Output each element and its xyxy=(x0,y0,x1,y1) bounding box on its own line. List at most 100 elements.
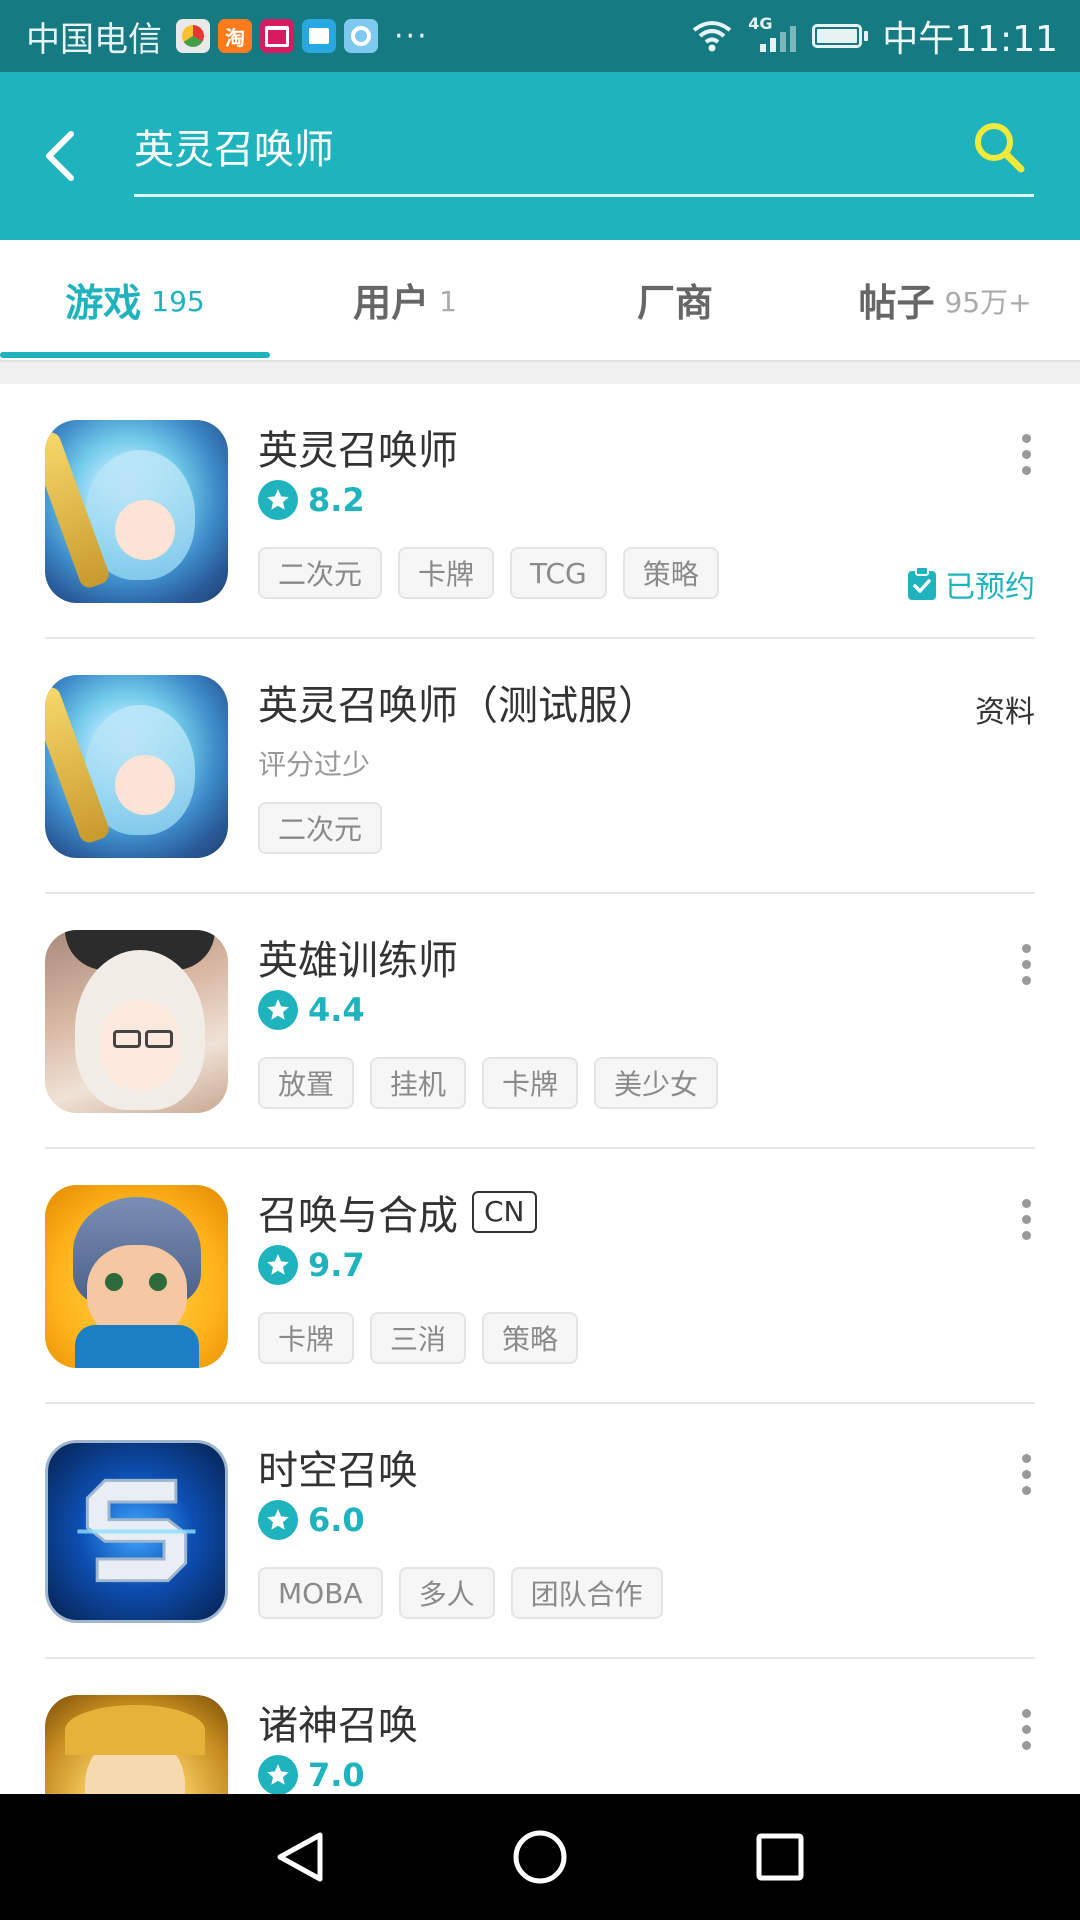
list-item[interactable]: 英雄训练师 4.4 放置 挂机 卡牌 美少女 xyxy=(0,894,1080,1149)
search-input[interactable] xyxy=(134,116,914,176)
list-item[interactable]: 时空召唤 6.0 MOBA 多人 团队合作 xyxy=(0,1404,1080,1659)
cloud-app-icon xyxy=(344,19,378,53)
tag[interactable]: 策略 xyxy=(482,1312,579,1364)
search-button[interactable] xyxy=(964,112,1034,182)
game-title: 诸神召唤 xyxy=(258,1693,418,1751)
tab-label: 用户 xyxy=(353,280,430,325)
divider xyxy=(0,362,1080,384)
battery-icon xyxy=(812,24,869,48)
tag[interactable]: 三消 xyxy=(370,1312,467,1364)
game-title-text: 英雄训练师 xyxy=(258,938,458,984)
cartoon-knight-boy-icon xyxy=(45,1185,228,1368)
tag[interactable]: 二次元 xyxy=(258,802,383,854)
tag-list: 卡牌 三消 策略 xyxy=(258,1312,579,1364)
star-icon xyxy=(258,1755,298,1794)
wifi-icon xyxy=(693,21,732,52)
game-title-text: 英灵召唤师（测试服） xyxy=(258,683,658,729)
blue-s-logo-icon xyxy=(45,1440,228,1623)
tag[interactable]: 美少女 xyxy=(594,1057,719,1109)
tag[interactable]: 放置 xyxy=(258,1057,355,1109)
clock: 中午11:11 xyxy=(882,19,1058,60)
nav-back-button[interactable] xyxy=(260,1822,340,1892)
reserved-label: 已预约 xyxy=(945,570,1035,605)
system-nav-bar xyxy=(0,1794,1080,1920)
reserved-status[interactable]: 已预约 xyxy=(907,562,1035,606)
tab-label: 游戏 xyxy=(65,280,142,325)
tab-count: 1 xyxy=(439,284,457,318)
active-tab-indicator xyxy=(0,352,270,358)
chevron-left-icon xyxy=(46,131,74,181)
tag-list: 放置 挂机 卡牌 美少女 xyxy=(258,1057,719,1109)
rating: 4.4 xyxy=(258,990,365,1030)
tag[interactable]: MOBA xyxy=(258,1567,383,1619)
game-title: 召唤与合成 CN xyxy=(258,1183,537,1241)
more-options-button[interactable] xyxy=(1008,1189,1044,1249)
search-field xyxy=(134,116,1034,197)
tab-posts[interactable]: 帖子 95万+ xyxy=(810,240,1080,358)
rating-value: 8.2 xyxy=(308,481,365,519)
tag-list: 二次元 xyxy=(258,802,383,854)
more-options-button[interactable] xyxy=(1008,934,1044,994)
back-button[interactable] xyxy=(30,124,90,188)
rating-value: 6.0 xyxy=(308,1501,365,1539)
result-tabs: 游戏 195 用户 1 厂商 帖子 95万+ xyxy=(0,240,1080,362)
region-badge: CN xyxy=(472,1191,537,1233)
tab-count: 95万+ xyxy=(944,286,1032,319)
tag[interactable]: 二次元 xyxy=(258,547,383,599)
game-title-text: 召唤与合成 xyxy=(258,1193,458,1239)
star-icon xyxy=(258,1500,298,1540)
tag[interactable]: 多人 xyxy=(398,1567,495,1619)
rating: 7.0 xyxy=(258,1755,365,1794)
list-item[interactable]: 英灵召唤师（测试服） 评分过少 二次元 资料 xyxy=(0,639,1080,894)
list-item[interactable]: 召唤与合成 CN 9.7 卡牌 三消 策略 xyxy=(0,1149,1080,1404)
rating-note: 评分过少 xyxy=(258,748,371,781)
info-link[interactable]: 资料 xyxy=(975,687,1035,731)
clipboard-check-icon xyxy=(908,567,936,600)
anime-girl-blue-hair-icon xyxy=(45,675,228,858)
triangle-back-icon xyxy=(277,1832,323,1882)
game-title-text: 诸神召唤 xyxy=(258,1703,418,1749)
tag[interactable]: 卡牌 xyxy=(258,1312,355,1364)
game-title: 英雄训练师 xyxy=(258,928,458,986)
tag[interactable]: 策略 xyxy=(622,547,719,599)
nav-recents-button[interactable] xyxy=(740,1822,820,1892)
list-item[interactable]: 英灵召唤师 8.2 二次元 卡牌 TCG 策略 已预约 xyxy=(0,384,1080,639)
network-type-label: 4G xyxy=(748,14,773,33)
rating-value: 4.4 xyxy=(308,991,365,1029)
search-header xyxy=(0,72,1080,240)
tab-games[interactable]: 游戏 195 xyxy=(0,240,270,358)
game-title-text: 英灵召唤师 xyxy=(258,428,458,474)
anime-girl-blue-hair-icon xyxy=(45,420,228,603)
signal-icon: 4G xyxy=(748,14,798,54)
tag[interactable]: TCG xyxy=(510,547,607,599)
tag[interactable]: 卡牌 xyxy=(398,547,495,599)
more-options-button[interactable] xyxy=(1008,424,1044,484)
game-title: 英灵召唤师（测试服） xyxy=(258,673,658,731)
mall-app-icon xyxy=(260,19,294,53)
list-item[interactable]: 诸神召唤 7.0 xyxy=(0,1659,1080,1794)
game-title-text: 时空召唤 xyxy=(258,1448,418,1494)
rating-value: 7.0 xyxy=(308,1756,365,1794)
anime-maid-girl-icon xyxy=(45,930,228,1113)
more-options-button[interactable] xyxy=(1008,1699,1044,1759)
tag[interactable]: 卡牌 xyxy=(482,1057,579,1109)
game-title: 时空召唤 xyxy=(258,1438,418,1496)
rating: 9.7 xyxy=(258,1245,365,1285)
tag-list: MOBA 多人 团队合作 xyxy=(258,1567,663,1619)
taobao-app-icon: 淘 xyxy=(218,19,252,53)
nav-home-button[interactable] xyxy=(500,1822,580,1892)
tab-users[interactable]: 用户 1 xyxy=(270,240,540,358)
star-icon xyxy=(258,1245,298,1285)
carrier-label: 中国电信 xyxy=(26,19,162,60)
book-app-icon xyxy=(302,19,336,53)
tag[interactable]: 挂机 xyxy=(370,1057,467,1109)
tag[interactable]: 团队合作 xyxy=(510,1567,663,1619)
status-bar: 中国电信 淘 ··· 4G 中午11:11 xyxy=(0,0,1080,72)
browser-app-icon xyxy=(176,19,210,53)
tab-count: 195 xyxy=(151,284,205,318)
game-title: 英灵召唤师 xyxy=(258,418,458,476)
tab-label: 厂商 xyxy=(636,280,713,325)
tab-vendors[interactable]: 厂商 xyxy=(540,240,810,358)
more-options-button[interactable] xyxy=(1008,1444,1044,1504)
game-list: 英灵召唤师 8.2 二次元 卡牌 TCG 策略 已预约 英灵召唤师（测试服） 评… xyxy=(0,384,1080,1794)
